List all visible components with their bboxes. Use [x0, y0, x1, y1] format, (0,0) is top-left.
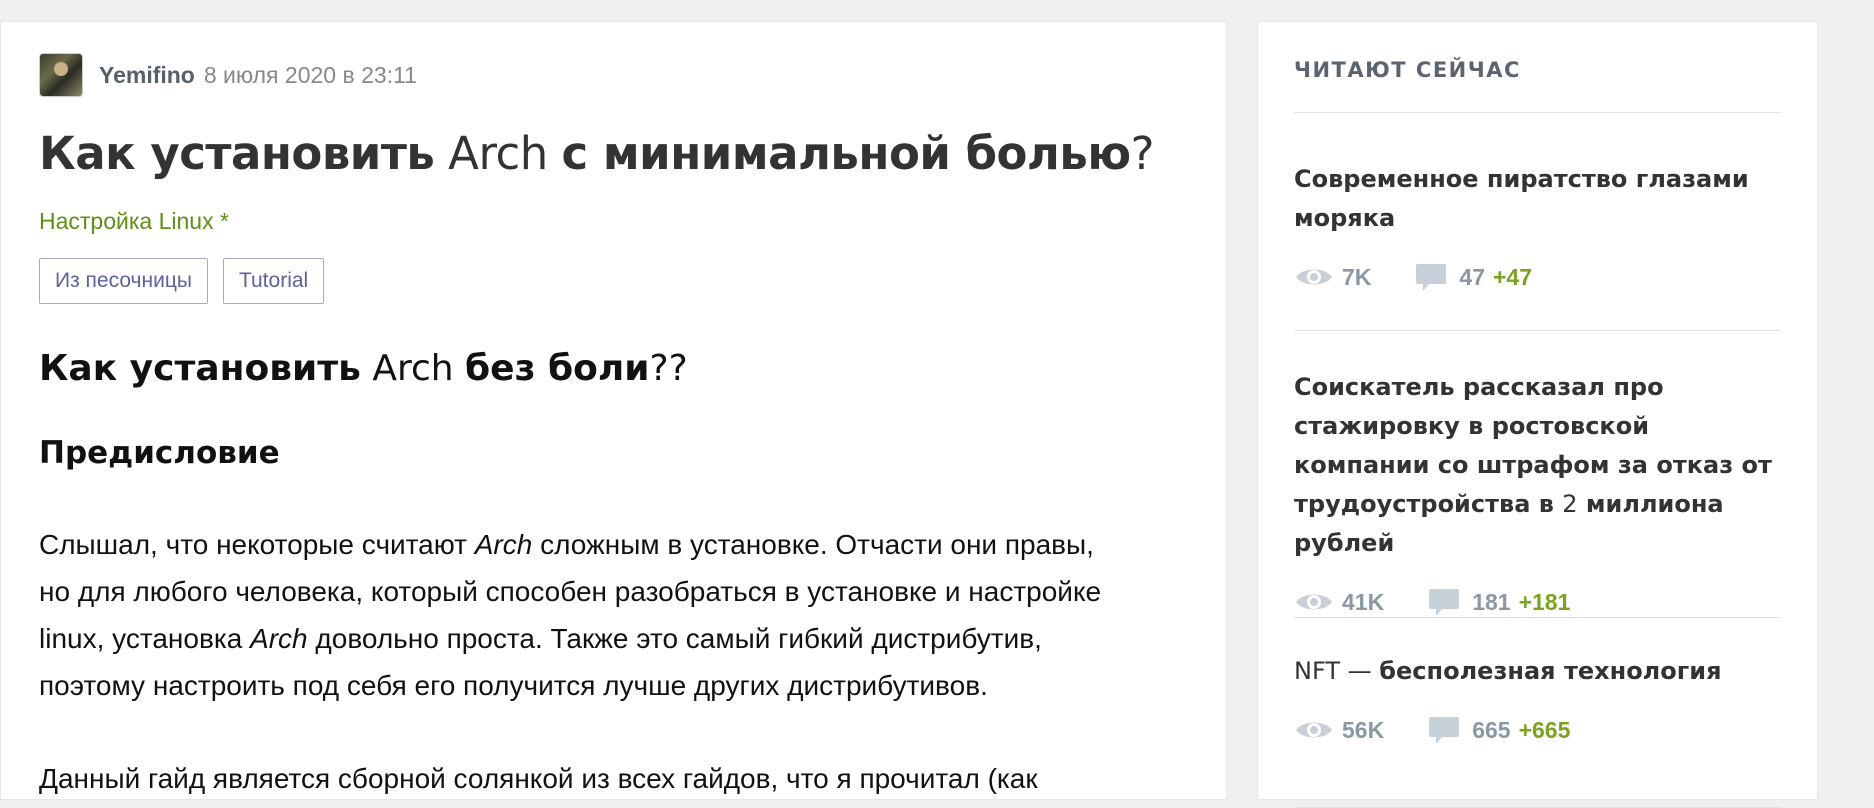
eye-icon — [1296, 269, 1332, 285]
tag-sandbox[interactable]: Из песочницы — [39, 258, 208, 304]
hub-link[interactable]: Настройка Linux * — [39, 208, 229, 235]
comments-count[interactable]: 181 +181 — [1428, 587, 1570, 617]
divider — [1294, 617, 1781, 618]
post-title-text: бесполезная технология — [1379, 657, 1722, 685]
views-count: 41K — [1294, 589, 1384, 616]
paragraph: Данный гайд является сборной солянкой из… — [39, 763, 1038, 794]
divider — [1294, 330, 1781, 331]
divider — [1294, 112, 1781, 113]
views-value: 56K — [1342, 716, 1385, 743]
text: довольно проста. Также это самый гибкий … — [307, 623, 1042, 654]
heading-part: Как установить — [39, 348, 361, 389]
article-card: Yemifino 8 июля 2020 в 23:11 Как установ… — [0, 21, 1227, 800]
comments-value: 665 — [1472, 716, 1511, 743]
post-stats: 56K 665 +665 — [1294, 715, 1781, 745]
heading-part: без боли — [465, 348, 650, 389]
post-title[interactable]: Современное пиратство глазами моряка — [1294, 160, 1781, 238]
emphasis: Arch — [474, 529, 533, 560]
post-title[interactable]: NFT — бесполезная технология — [1294, 652, 1781, 691]
page-title: Как установить Arch с минимальной болью? — [39, 127, 1154, 180]
comments-count[interactable]: 47 +47 — [1415, 262, 1532, 292]
avatar[interactable] — [39, 53, 83, 97]
article-body: Как установить Arch без боли?? Предислов… — [39, 348, 1189, 802]
tag-tutorial[interactable]: Tutorial — [222, 258, 325, 304]
new-comments: +47 — [1493, 263, 1533, 290]
comments-value: 181 — [1472, 588, 1511, 615]
post-title[interactable]: Соискатель рассказал про стажировку в ро… — [1294, 368, 1781, 563]
tag-list: Из песочницы Tutorial — [39, 258, 325, 304]
post-title-text: Современное пиратство глазами моряка — [1294, 165, 1749, 232]
comment-bubble-icon — [1429, 589, 1460, 616]
views-value: 41K — [1342, 588, 1385, 615]
reading-now-sidebar: ЧИТАЮТ СЕЙЧАС Современное пиратство глаз… — [1257, 21, 1818, 808]
heading-part: Arch — [360, 348, 466, 389]
views-count: 56K — [1294, 717, 1384, 744]
comments-count[interactable]: 665 +665 — [1428, 715, 1570, 745]
sidebar-post[interactable]: Соискатель рассказал про стажировку в ро… — [1294, 368, 1781, 617]
eye-icon — [1296, 594, 1332, 610]
post-stats: 41K 181 +181 — [1294, 587, 1781, 617]
new-comments: +665 — [1518, 716, 1571, 743]
article-subheading: Предисловие — [39, 435, 280, 471]
sidebar-heading: ЧИТАЮТ СЕЙЧАС — [1294, 58, 1521, 82]
eye-icon — [1296, 722, 1332, 738]
views-count: 7K — [1294, 264, 1371, 291]
comment-bubble-icon — [1429, 717, 1460, 744]
title-part: ? — [1130, 127, 1155, 180]
post-title-text: 2 — [1562, 490, 1578, 518]
text: поэтому настроить под себя его получится… — [39, 670, 988, 701]
paragraph: Слышал, что некоторые считают Arch сложн… — [39, 521, 1189, 709]
text: Слышал, что некоторые считают — [39, 529, 475, 560]
text: но для любого человека, который способен… — [39, 576, 1102, 607]
post-stats: 7K 47 +47 — [1294, 262, 1781, 292]
text: сложным в установке. Отчасти они правы, — [532, 529, 1094, 560]
title-part: с минимальной болью — [561, 127, 1132, 180]
text: linux, установка — [39, 623, 251, 654]
heading-part: ?? — [649, 348, 688, 389]
comment-bubble-icon — [1416, 264, 1447, 291]
post-meta: Yemifino 8 июля 2020 в 23:11 — [39, 52, 417, 98]
post-date: 8 июля 2020 в 23:11 — [203, 61, 417, 88]
emphasis: Arch — [250, 623, 308, 654]
author-name[interactable]: Yemifino — [99, 62, 195, 89]
article-heading: Как установить Arch без боли?? — [39, 348, 1189, 389]
comments-value: 47 — [1459, 263, 1485, 290]
sidebar-post[interactable]: NFT — бесполезная технология 56K 665 +66… — [1294, 652, 1781, 745]
views-value: 7K — [1342, 263, 1372, 290]
new-comments: +181 — [1518, 588, 1571, 615]
scrollbar[interactable] — [1860, 0, 1874, 800]
post-title-text: NFT — — [1294, 657, 1380, 685]
title-part: Arch — [434, 127, 562, 180]
sidebar-post[interactable]: Современное пиратство глазами моряка 7K … — [1294, 160, 1781, 292]
title-part: Как установить — [39, 127, 435, 180]
